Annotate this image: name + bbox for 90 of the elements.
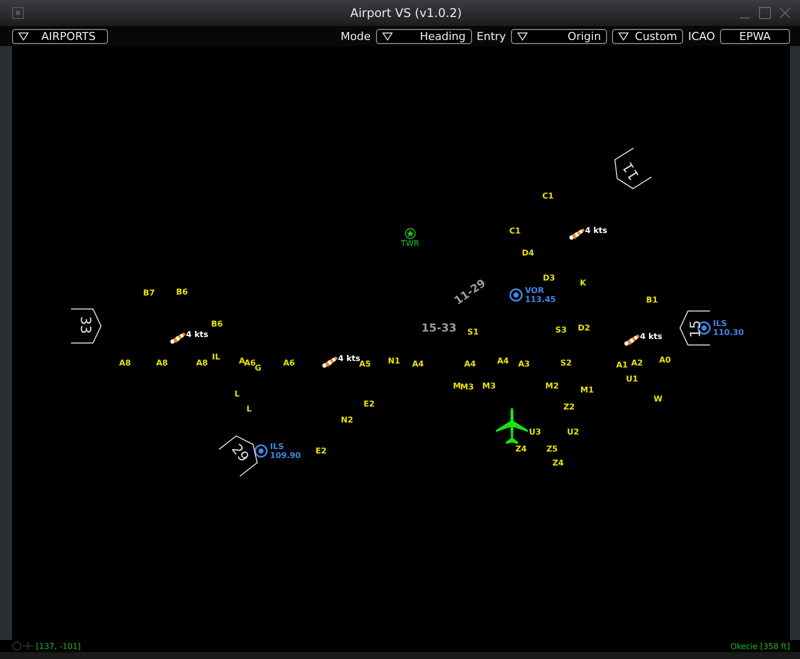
taxiway-label: D2 — [578, 324, 590, 332]
taxiway-label: B6 — [176, 288, 188, 296]
taxiway-label: N2 — [340, 416, 354, 424]
target-icon — [12, 641, 34, 651]
taxiway-label: L — [234, 390, 240, 398]
taxiway-label: A3 — [518, 360, 530, 368]
runway-number: 29 — [227, 440, 253, 468]
taxiway-label: IL — [212, 352, 220, 362]
taxiway-label: A4 — [497, 356, 509, 366]
taxiway-label: B7 — [143, 288, 155, 298]
taxiway-label: M3 — [482, 382, 496, 390]
windsock-icon — [170, 330, 188, 344]
taxiway-label: S1 — [467, 328, 479, 336]
taxiway-label: A4 — [464, 360, 476, 368]
caret-icon — [18, 32, 29, 40]
taxiway-label: N1 — [388, 356, 400, 366]
taxiway-label: D3 — [542, 274, 556, 282]
navaid-beacon-icon — [254, 444, 268, 458]
taxiway-label: A4 — [412, 360, 424, 368]
taxiway-label: A0 — [659, 356, 671, 364]
runway-number: 15 — [688, 319, 704, 340]
tower-star-icon — [404, 228, 416, 239]
icao-input-field[interactable]: EPWA — [720, 28, 790, 44]
maximize-icon[interactable] — [758, 6, 772, 20]
taxiway-label: A6 — [244, 358, 256, 368]
taxiway-label: M3 — [460, 382, 474, 392]
taxiway-label: Z5 — [546, 444, 558, 454]
dropdown[interactable]: Origin — [510, 28, 607, 44]
dropdown[interactable]: Custom — [612, 28, 684, 44]
windsock-icon — [624, 332, 642, 346]
taxiway-label: G — [254, 364, 262, 372]
taxiway-label: K — [580, 278, 586, 288]
taxiway-label: A8 — [196, 358, 208, 368]
close-icon[interactable] — [778, 6, 792, 20]
taxiway-label: M — [453, 382, 461, 390]
caret-icon — [516, 32, 528, 40]
navaid-label: VOR 113.45 — [525, 286, 556, 304]
taxiway-label: A8 — [156, 358, 168, 368]
windsock-icon — [569, 226, 587, 240]
wind-speed-label: 4 kts — [640, 332, 662, 341]
taxiway-label: U3 — [528, 428, 542, 436]
taxiway-label: A8 — [119, 358, 131, 368]
dropdown[interactable]: Heading — [376, 28, 472, 44]
taxiway-label: Z4 — [552, 458, 564, 468]
taxiway-label: B6 — [211, 320, 223, 328]
cursor-coordinates: [137, -101] — [36, 642, 81, 650]
taxiway-label: A1 — [616, 360, 628, 370]
taxiway-label: W — [654, 394, 662, 404]
window-title: Airport VS (v1.0.2) — [350, 6, 462, 20]
caret-icon — [618, 32, 629, 40]
toolbar-label: Mode — [340, 30, 371, 42]
taxiway-label: A2 — [631, 358, 643, 368]
wind-speed-label: 4 kts — [585, 226, 608, 235]
navaid-beacon-icon — [509, 288, 523, 302]
taxiway-label: Z2 — [563, 402, 575, 412]
taxiway-label: U2 — [566, 428, 580, 436]
airport-elevation: Okecie [358 ft] — [730, 642, 790, 650]
wind-speed-label: 4 kts — [186, 330, 208, 339]
window-menu-icon[interactable] — [12, 7, 24, 19]
caret-icon — [382, 32, 393, 40]
taxiway-label: L — [246, 404, 252, 414]
tower-label: TWR — [400, 239, 420, 248]
toolbar-label: ICAO — [688, 30, 715, 42]
taxiway-label: A6 — [283, 358, 295, 368]
taxiway-label: M1 — [580, 386, 594, 394]
dropdown[interactable]: AIRPORTS — [12, 28, 108, 44]
taxiway-label: A5 — [359, 360, 371, 368]
windsock-icon — [322, 354, 340, 368]
threshold-outline-icon — [678, 310, 710, 346]
wind-speed-label: 4 kts — [338, 354, 360, 363]
taxiway-label: C1 — [509, 226, 521, 236]
runway-number: 11 — [618, 158, 644, 185]
taxiway-label: E2 — [315, 446, 327, 456]
taxiway-label: B1 — [646, 296, 658, 304]
taxiway-label: M2 — [545, 382, 559, 390]
runway-label: 15-33 — [421, 322, 457, 334]
aircraft-icon — [495, 407, 529, 445]
threshold-outline-icon — [71, 308, 103, 344]
taxiway-label: S3 — [555, 326, 567, 334]
navaid-label: ILS 109.90 — [270, 442, 301, 460]
taxiway-label: A — [238, 356, 246, 366]
runway-number: 33 — [77, 315, 93, 336]
taxiway-label: Z4 — [515, 444, 527, 454]
taxiway-label: S2 — [560, 358, 572, 368]
taxiway-label: U1 — [626, 374, 638, 384]
taxiway-label: C1 — [542, 192, 554, 200]
taxiway-label: E2 — [363, 400, 375, 408]
taxiway-label: D4 — [522, 248, 534, 258]
navaid-label: ILS 110.30 — [713, 319, 744, 337]
toolbar-label: Entry — [476, 30, 506, 42]
